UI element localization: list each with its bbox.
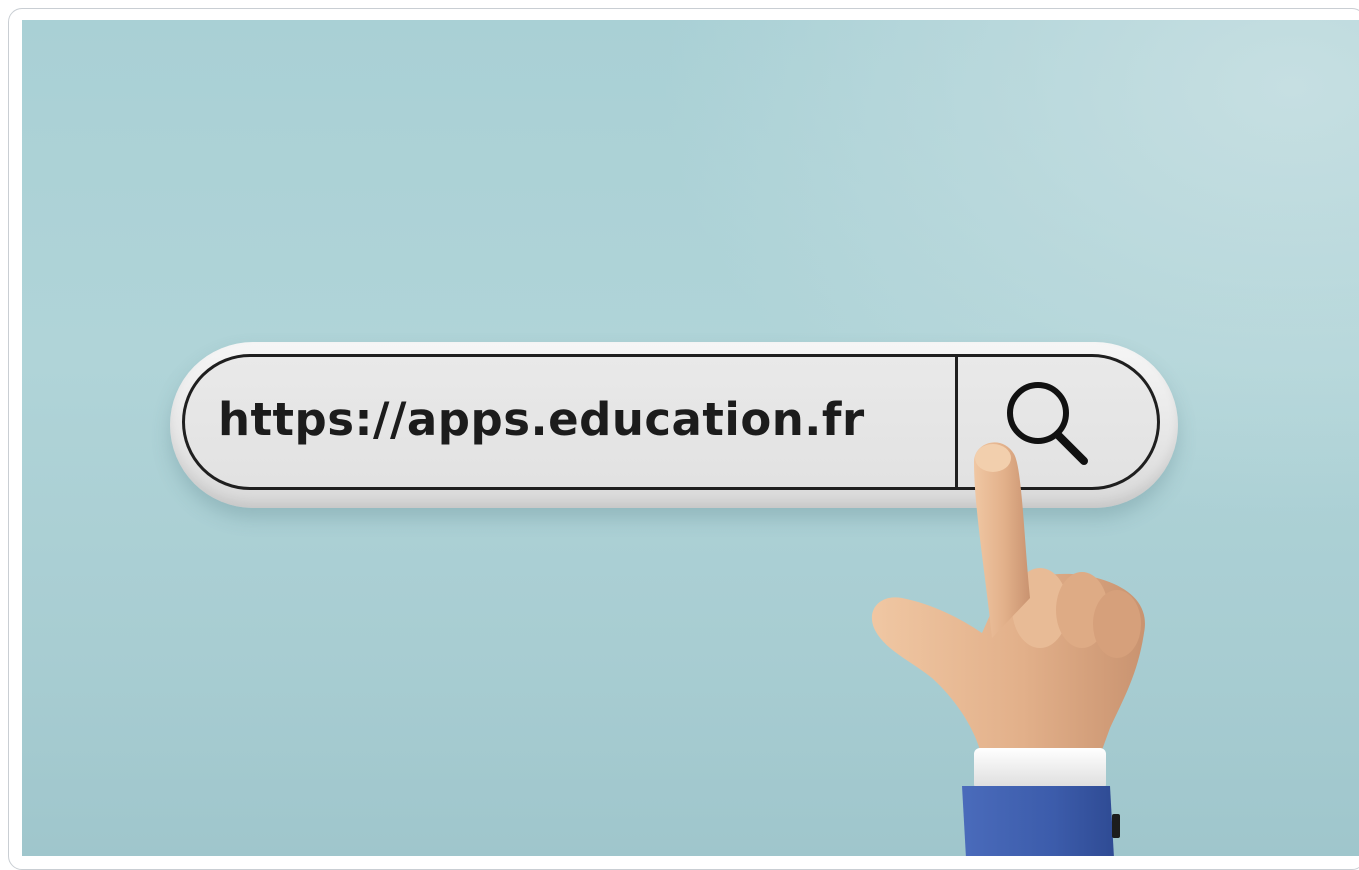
search-input[interactable]: https://apps.education.fr — [218, 393, 865, 446]
pointing-hand-icon — [871, 442, 1145, 856]
hero-image: https://apps.education.fr — [22, 20, 1359, 856]
